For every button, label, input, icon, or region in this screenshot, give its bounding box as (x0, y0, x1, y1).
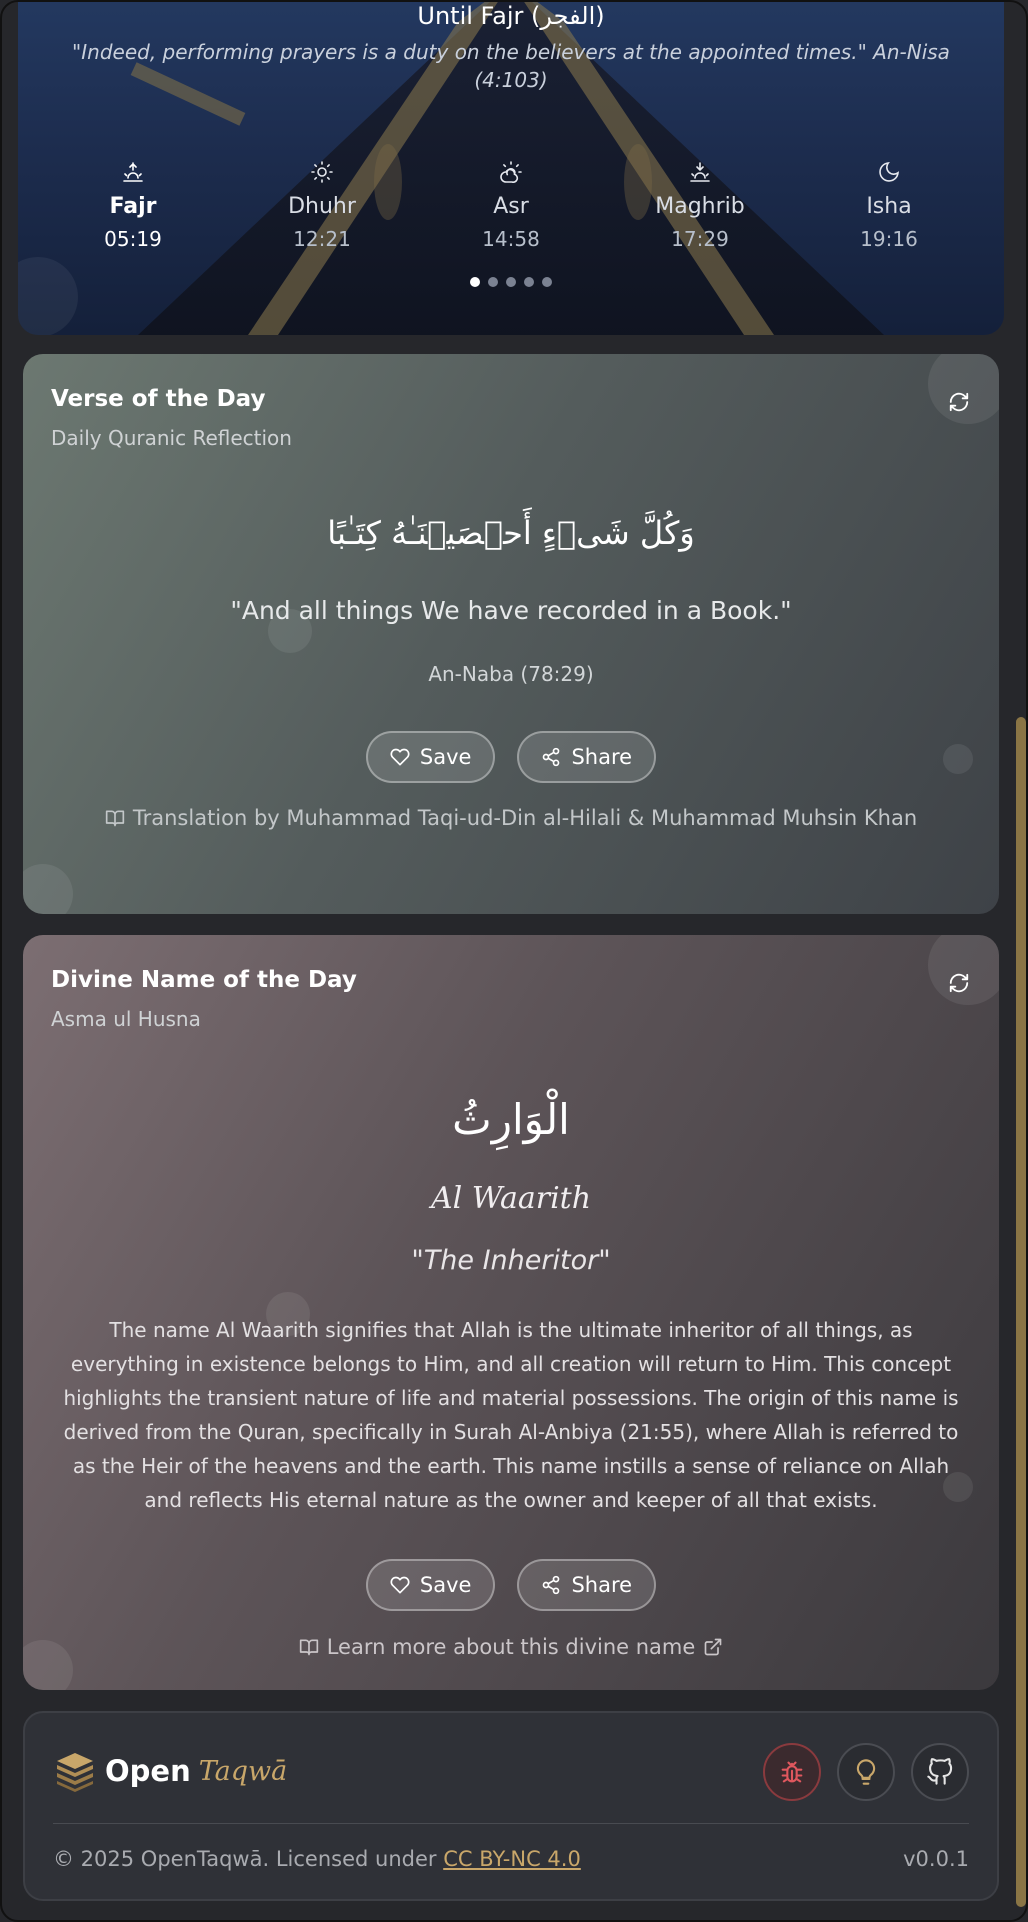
decorative-bubble (23, 864, 73, 914)
share-verse-button[interactable]: Share (517, 731, 657, 783)
prayer-name: Maghrib (655, 194, 745, 219)
verse-arabic-text: وَكُلَّ شَىۡءٍ أَحۡصَيۡنَـٰهُ كِتَـٰبًا (327, 514, 695, 552)
verse-translation: "And all things We have recorded in a Bo… (230, 596, 792, 625)
pager-dot[interactable] (524, 277, 534, 287)
credit-text: Translation by Muhammad Taqi-ud-Din al-H… (132, 806, 918, 830)
learn-more-link[interactable]: Learn more about this divine name (23, 1635, 999, 1659)
pager-dot[interactable] (542, 277, 552, 287)
heart-icon (390, 1576, 410, 1594)
prayer-isha[interactable]: Isha 19:16 (814, 160, 964, 270)
license-link[interactable]: CC BY-NC 4.0 (443, 1847, 581, 1871)
prayer-dhuhr[interactable]: Dhuhr 12:21 (247, 160, 397, 270)
cloud-sun-icon (500, 161, 522, 183)
prayer-quote: "Indeed, performing prayers is a duty on… (72, 40, 950, 92)
save-verse-button[interactable]: Save (365, 731, 496, 783)
divine-name-description: The name Al Waarith signifies that Allah… (63, 1318, 959, 1512)
prayer-time: 17:29 (671, 227, 729, 251)
prayer-name: Fajr (109, 194, 157, 219)
learn-more-text: Learn more about this divine name (326, 1635, 696, 1659)
refresh-icon (949, 973, 969, 993)
book-open-icon (105, 810, 125, 827)
app-viewport: Until Fajr (الفجر) "Indeed, performing p… (0, 0, 1028, 1922)
footer-divider (53, 1823, 969, 1824)
moon-icon (879, 162, 899, 182)
share-name-button[interactable]: Share (517, 1559, 657, 1611)
refresh-verse-button[interactable] (943, 386, 975, 418)
verse-reference: An-Naba (78:29) (428, 662, 594, 686)
save-name-button[interactable]: Save (365, 1559, 496, 1611)
next-prayer-countdown-title: Until Fajr (الفجر) (417, 2, 605, 30)
card-subtitle: Asma ul Husna (51, 1007, 201, 1031)
prayer-name: Isha (866, 194, 912, 219)
share-label: Share (571, 1573, 633, 1597)
name-actions: Save Share (23, 1559, 999, 1611)
prayer-name: Dhuhr (288, 194, 356, 219)
share-icon (543, 747, 560, 767)
logo-text-taqwa: Taqwā (198, 1755, 288, 1787)
suggest-feature-button[interactable] (837, 1743, 895, 1801)
refresh-icon (949, 392, 969, 412)
report-bug-button[interactable] (763, 1743, 821, 1801)
divine-name-arabic: الْوَارِثُ (452, 1095, 570, 1144)
prayer-times-list: Fajr 05:19 Dhuhr 12:21 Asr 14:58 Maghrib… (58, 160, 964, 270)
save-label: Save (419, 745, 472, 769)
app-version: v0.0.1 (903, 1847, 969, 1871)
prayer-maghrib[interactable]: Maghrib 17:29 (625, 160, 775, 270)
prayer-time: 12:21 (293, 227, 351, 251)
prayer-fajr[interactable]: Fajr 05:19 (58, 160, 208, 270)
external-link-icon (704, 1638, 722, 1656)
bug-icon (781, 1761, 803, 1783)
app-footer: Open Taqwā © 2025 OpenTaqwā. Licensed und… (23, 1711, 999, 1901)
book-open-icon (299, 1639, 318, 1656)
divine-name-meaning: "The Inheritor" (411, 1245, 611, 1276)
github-icon (927, 1758, 953, 1785)
card-title: Verse of the Day (51, 386, 266, 412)
pager-dot[interactable] (488, 277, 498, 287)
logo-text-open: Open (105, 1754, 191, 1788)
share-label: Share (571, 745, 633, 769)
save-label: Save (419, 1573, 472, 1597)
card-title: Divine Name of the Day (51, 967, 357, 993)
divine-name-transliteration: Al Waarith (430, 1181, 592, 1216)
prayer-time: 05:19 (104, 227, 162, 251)
opentaqwa-logo[interactable]: Open Taqwā (53, 1749, 287, 1793)
pager-dot[interactable] (506, 277, 516, 287)
refresh-name-button[interactable] (943, 967, 975, 999)
copyright-notice: © 2025 OpenTaqwā. Licensed under CC BY-N… (53, 1847, 581, 1871)
prayer-time: 14:58 (482, 227, 540, 251)
pager-dot-active[interactable] (470, 277, 480, 287)
card-subtitle: Daily Quranic Reflection (51, 426, 292, 450)
prayer-times-hero: Until Fajr (الفجر) "Indeed, performing p… (18, 2, 1004, 335)
share-icon (543, 1575, 560, 1595)
prayer-asr[interactable]: Asr 14:58 (436, 160, 586, 270)
carousel-pager (18, 277, 1004, 287)
heart-icon (390, 748, 410, 766)
github-button[interactable] (911, 1743, 969, 1801)
translation-credit: Translation by Muhammad Taqi-ud-Din al-H… (23, 806, 999, 830)
sunset-icon (690, 162, 710, 182)
sunrise-icon (123, 162, 143, 182)
lightbulb-icon (856, 1759, 876, 1785)
scrollbar-thumb[interactable] (1016, 717, 1026, 1907)
sun-icon (311, 161, 333, 183)
prayer-name: Asr (493, 194, 529, 219)
verse-of-the-day-card: Verse of the Day Daily Quranic Reflectio… (23, 354, 999, 914)
book-stack-logo-icon (57, 1753, 93, 1792)
footer-actions (763, 1743, 969, 1801)
verse-actions: Save Share (23, 731, 999, 783)
divine-name-card: Divine Name of the Day Asma ul Husna الْ… (23, 935, 999, 1690)
copyright-text: © 2025 OpenTaqwā. Licensed under (53, 1847, 437, 1871)
prayer-time: 19:16 (860, 227, 918, 251)
